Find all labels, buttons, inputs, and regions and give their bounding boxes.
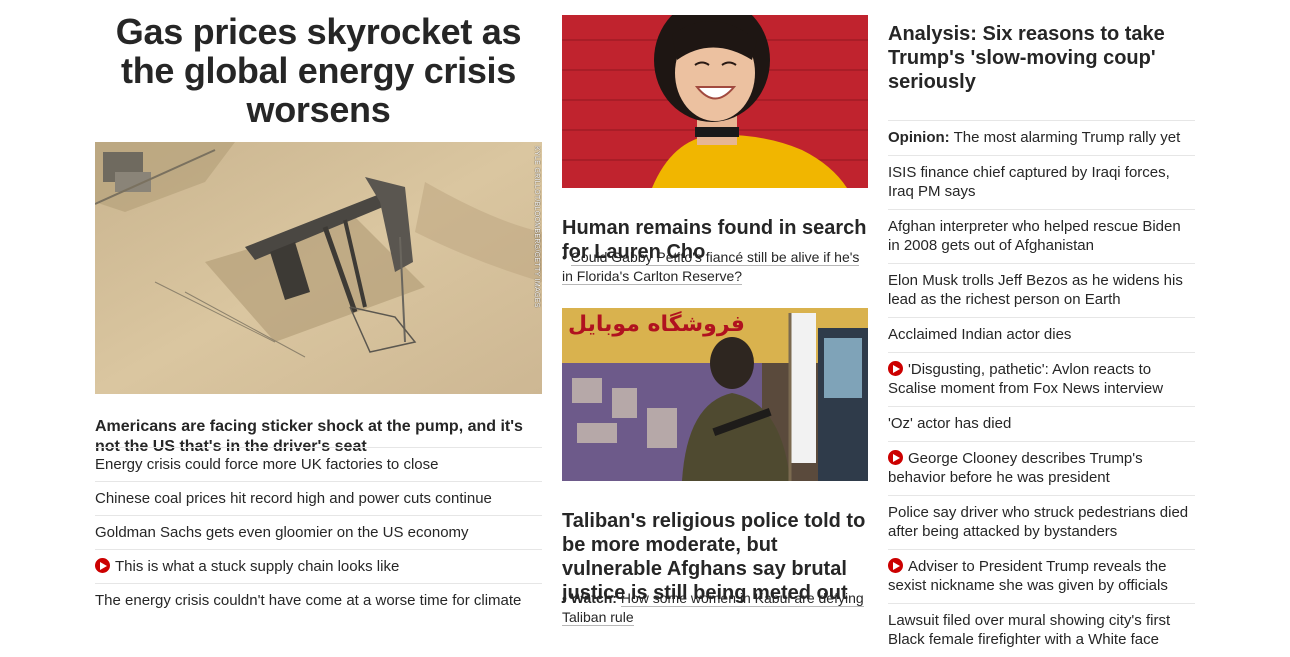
video-play-icon [888,450,903,465]
list-item[interactable]: Goldman Sachs gets even gloomier on the … [95,515,542,549]
headlines-column: Analysis: Six reasons to take Trump's 's… [888,0,1195,657]
oil-pump-image[interactable]: KYLE GRILLOT/BLOOMBERG/GETTY IMAGES [95,142,542,394]
list-item[interactable]: 'Disgusting, pathetic': Avlon reacts to … [888,352,1195,406]
video-play-icon [95,558,110,573]
main-headline[interactable]: Gas prices skyrocket as the global energ… [95,12,542,129]
list-item[interactable]: The energy crisis couldn't have come at … [95,583,542,617]
related-stories-list: Energy crisis could force more UK factor… [95,447,542,617]
list-item[interactable]: 'Oz' actor has died [888,406,1195,441]
shop-sign-text: فروشگاه موبایل [568,312,745,337]
list-item[interactable]: Afghan interpreter who helped rescue Bid… [888,209,1195,263]
list-item[interactable]: Acclaimed Indian actor dies [888,317,1195,352]
taliban-photo[interactable]: فروشگاه موبایل [562,308,868,481]
list-item[interactable]: Lawsuit filed over mural showing city's … [888,603,1195,657]
list-item[interactable]: Adviser to President Trump reveals the s… [888,549,1195,603]
video-play-icon [888,361,903,376]
list-item[interactable]: Opinion: The most alarming Trump rally y… [888,120,1195,155]
list-item[interactable]: Police say driver who struck pedestrians… [888,495,1195,549]
video-play-icon [888,558,903,573]
list-item[interactable]: Chinese coal prices hit record high and … [95,481,542,515]
top-story-column: Gas prices skyrocket as the global energ… [95,0,542,609]
list-item[interactable]: ISIS finance chief captured by Iraqi for… [888,155,1195,209]
related-link[interactable]: • Could Gabby Petito's fiancé still be a… [562,248,868,286]
column-headline[interactable]: Analysis: Six reasons to take Trump's 's… [888,22,1195,100]
list-item[interactable]: Elon Musk trolls Jeff Bezos as he widens… [888,263,1195,317]
list-item[interactable]: George Clooney describes Trump's behavio… [888,441,1195,495]
list-item[interactable]: Energy crisis could force more UK factor… [95,447,542,481]
related-link[interactable]: • Watch: How some women in Kabul are def… [562,589,868,627]
lauren-cho-photo[interactable] [562,15,868,188]
list-item[interactable]: This is what a stuck supply chain looks … [95,549,542,583]
image-credit: KYLE GRILLOT/BLOOMBERG/GETTY IMAGES [533,146,540,308]
headlines-list: Opinion: The most alarming Trump rally y… [888,120,1195,657]
